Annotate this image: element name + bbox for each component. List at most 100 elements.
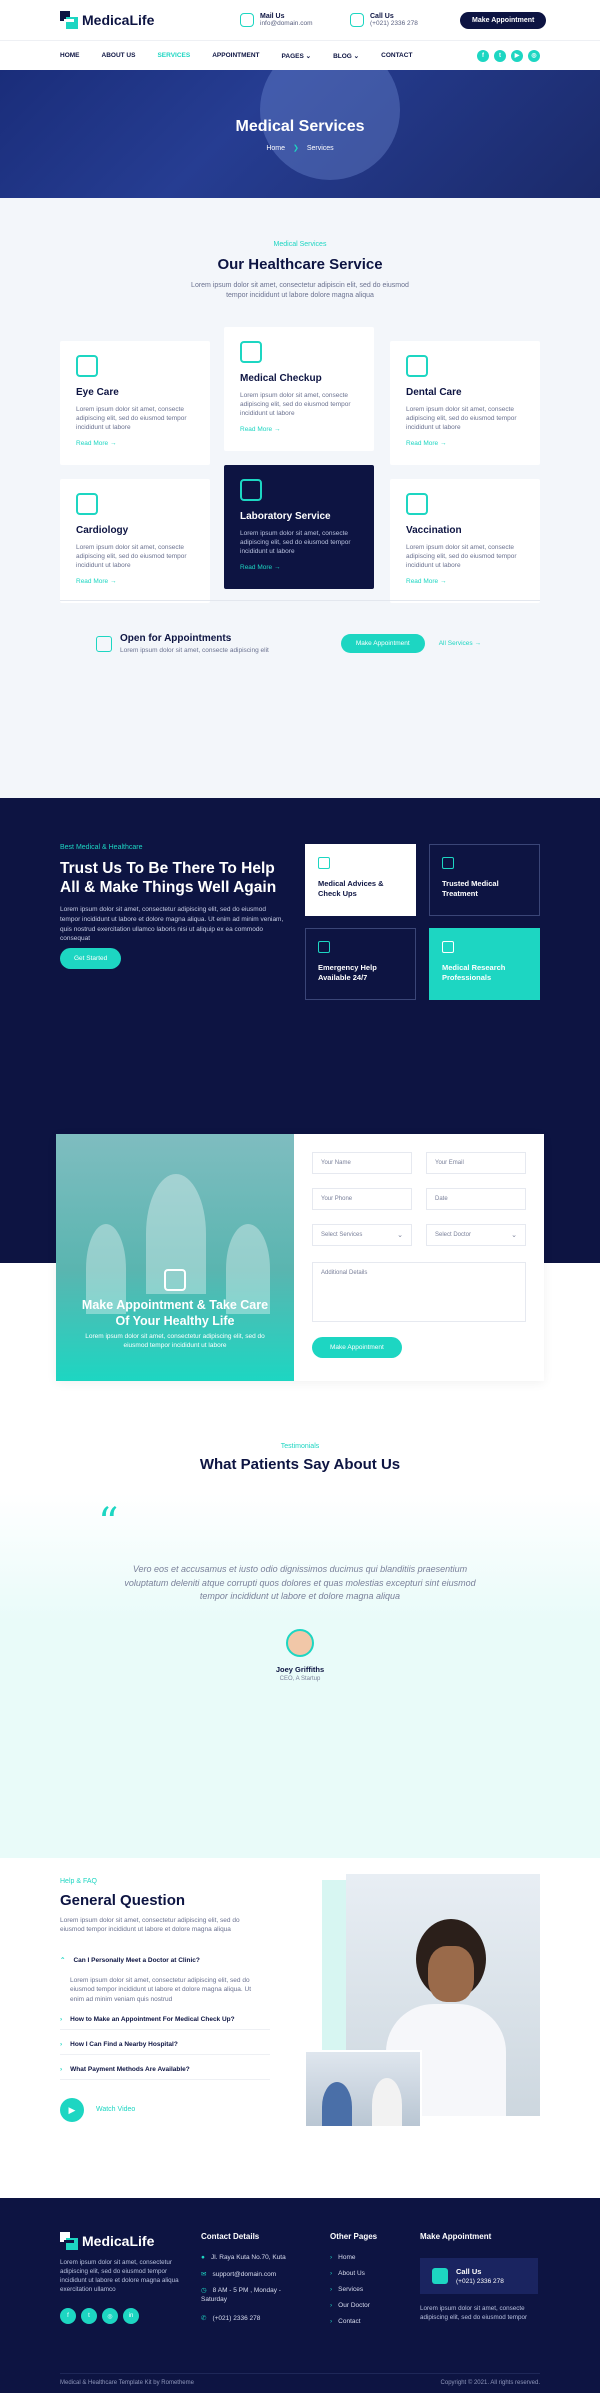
service-cards: Eye Care Lorem ipsum dolor sit amet, con… bbox=[60, 326, 540, 607]
logo-cross-icon bbox=[60, 2232, 78, 2250]
breadcrumb-home[interactable]: Home bbox=[266, 145, 285, 152]
nav-services[interactable]: SERVICES bbox=[157, 52, 190, 59]
mail-block: Mail Us info@domain.com bbox=[240, 13, 312, 27]
footer-logo[interactable]: MedicaLife bbox=[60, 2232, 154, 2250]
footer-call-box[interactable]: Call Us (+021) 2336 278 bbox=[420, 2258, 538, 2294]
faq-question-4[interactable]: › What Payment Methods Are Available? bbox=[60, 2066, 270, 2080]
faq-question-1[interactable]: ⌃ Can I Personally Meet a Doctor at Clini… bbox=[60, 1956, 270, 1970]
facebook-icon[interactable]: f bbox=[477, 49, 489, 62]
details-textarea[interactable]: Additional Details bbox=[312, 1262, 526, 1322]
nav-pages-label: PAGES bbox=[281, 52, 304, 60]
read-more-link[interactable]: Read More → bbox=[240, 564, 358, 571]
service-card-vaccination[interactable]: Vaccination Lorem ipsum dolor sit amet, … bbox=[390, 478, 540, 603]
footer-link-home[interactable]: › Home bbox=[330, 2254, 356, 2261]
feature-trusted-treatment[interactable]: Trusted Medical Treatment bbox=[429, 844, 540, 916]
youtube-icon[interactable]: ▶ bbox=[511, 49, 523, 62]
logo[interactable]: MedicaLife bbox=[60, 11, 154, 29]
faq-question-3[interactable]: › How I Can Find a Nearby Hospital? bbox=[60, 2041, 270, 2055]
get-started-button[interactable]: Get Started bbox=[60, 948, 122, 969]
breadcrumb-current: Services bbox=[306, 145, 334, 152]
medical-team-image bbox=[304, 2050, 422, 2128]
play-icon: ▶ bbox=[68, 2104, 76, 2115]
read-more-link[interactable]: Read More → bbox=[406, 440, 524, 447]
name-field[interactable]: Your Name bbox=[312, 1152, 412, 1174]
syringe-icon bbox=[406, 492, 428, 515]
email-field[interactable]: Your Email bbox=[426, 1152, 526, 1174]
clipboard-icon bbox=[442, 941, 454, 953]
services-section: Medical Services Our Healthcare Service … bbox=[0, 198, 600, 798]
eye-care-icon bbox=[76, 354, 98, 377]
read-more-link[interactable]: Read More → bbox=[76, 578, 194, 585]
faq-title: General Question bbox=[60, 1892, 186, 1909]
nav-about[interactable]: ABOUT US bbox=[102, 52, 136, 59]
appointment-bar-button[interactable]: Make Appointment bbox=[340, 634, 425, 653]
nav-home[interactable]: HOME bbox=[60, 52, 80, 59]
chevron-right-icon: › bbox=[330, 2318, 333, 2325]
service-card-laboratory[interactable]: Laboratory Service Lorem ipsum dolor sit… bbox=[224, 464, 374, 589]
service-card-medical-checkup[interactable]: Medical Checkup Lorem ipsum dolor sit am… bbox=[224, 326, 374, 451]
header-appointment-button[interactable]: Make Appointment bbox=[460, 11, 547, 29]
twitter-icon[interactable]: t bbox=[81, 2308, 97, 2324]
linkedin-icon[interactable]: in bbox=[123, 2308, 139, 2324]
read-more-link[interactable]: Read More → bbox=[406, 578, 524, 585]
make-appointment-heading: Make Appointment bbox=[420, 2232, 492, 2241]
feature-emergency-help[interactable]: Emergency Help Available 24/7 bbox=[305, 928, 416, 1000]
heart-icon bbox=[76, 492, 98, 515]
service-card-title: Vaccination bbox=[406, 524, 462, 536]
testimonials-eyebrow: Testimonials bbox=[280, 1443, 320, 1450]
nav-contact[interactable]: CONTACT bbox=[381, 52, 412, 59]
logo-cross-icon bbox=[60, 11, 78, 29]
faq-question-2[interactable]: › How to Make an Appointment For Medical … bbox=[60, 2016, 270, 2030]
form-submit-button[interactable]: Make Appointment bbox=[312, 1337, 402, 1358]
chevron-right-icon: › bbox=[330, 2270, 333, 2277]
service-card-title: Eye Care bbox=[76, 386, 119, 398]
service-card-text: Lorem ipsum dolor sit amet, consecte adi… bbox=[240, 391, 351, 418]
trust-title: Trust Us To Be There To Help All & Make … bbox=[60, 860, 277, 896]
footer-link-doctor[interactable]: › Our Doctor bbox=[330, 2302, 370, 2309]
service-card-cardiology[interactable]: Cardiology Lorem ipsum dolor sit amet, c… bbox=[60, 478, 210, 603]
call-value[interactable]: (+021) 2336 278 bbox=[370, 20, 418, 27]
footer-link-label: Contact bbox=[338, 2318, 361, 2325]
watch-video-link[interactable]: Watch Video bbox=[96, 2106, 135, 2113]
play-video-button[interactable]: ▶ bbox=[60, 2098, 84, 2122]
brand-name: MedicaLife bbox=[82, 12, 155, 28]
read-more-link[interactable]: Read More → bbox=[240, 426, 358, 433]
service-card-dental-care[interactable]: Dental Care Lorem ipsum dolor sit amet, … bbox=[390, 340, 540, 465]
feature-medical-advices[interactable]: Medical Advices & Check Ups bbox=[305, 844, 416, 916]
nav-pages[interactable]: PAGES ⌄ bbox=[282, 52, 312, 60]
instagram-icon[interactable]: ◎ bbox=[528, 49, 540, 62]
top-bar: MedicaLife Mail Us info@domain.com Call … bbox=[0, 0, 600, 40]
nav-blog[interactable]: BLOG ⌄ bbox=[333, 52, 359, 60]
service-card-title: Laboratory Service bbox=[240, 510, 331, 522]
footer-link-about[interactable]: › About Us bbox=[330, 2270, 365, 2277]
doctor-select[interactable]: Select Doctor ⌄ bbox=[426, 1224, 526, 1246]
phone-field[interactable]: Your Phone bbox=[312, 1188, 412, 1210]
date-field[interactable]: Date bbox=[426, 1188, 526, 1210]
footer-link-label: Services bbox=[338, 2286, 364, 2293]
feature-title: Medical Advices & Check Ups bbox=[318, 879, 384, 898]
all-services-link[interactable]: All Services → bbox=[439, 640, 481, 647]
instagram-icon[interactable]: ◎ bbox=[102, 2308, 118, 2324]
feature-medical-research[interactable]: Medical Research Professionals bbox=[429, 928, 540, 1000]
twitter-icon[interactable]: t bbox=[494, 49, 506, 62]
facebook-icon[interactable]: f bbox=[60, 2308, 76, 2324]
footer-phone[interactable]: ✆ (+021) 2336 278 bbox=[201, 2314, 260, 2322]
footer-link-contact[interactable]: › Contact bbox=[330, 2318, 361, 2325]
service-card-title: Cardiology bbox=[76, 524, 129, 536]
calendar-icon bbox=[96, 635, 112, 652]
chevron-up-icon: ⌃ bbox=[60, 1957, 66, 1964]
appointment-bar-text: Lorem ipsum dolor sit amet, consecte adi… bbox=[120, 647, 269, 654]
footer-call-label: Call Us bbox=[456, 2267, 482, 2276]
appointment-form-section: Make Appointment & Take Care Of Your Hea… bbox=[0, 1134, 600, 1533]
footer-about-text: Lorem ipsum dolor sit amet, consectetur … bbox=[60, 2259, 179, 2294]
footer-email[interactable]: ✉ support@domain.com bbox=[201, 2270, 276, 2278]
services-divider bbox=[60, 600, 540, 601]
read-more-link[interactable]: Read More → bbox=[76, 440, 194, 447]
nav-appointment[interactable]: APPOINTMENT bbox=[212, 52, 259, 59]
mail-value[interactable]: info@domain.com bbox=[260, 20, 312, 27]
form-promo-text: Lorem ipsum dolor sit amet, consectetur … bbox=[85, 1333, 265, 1350]
footer-link-services[interactable]: › Services bbox=[330, 2286, 363, 2293]
service-select[interactable]: Select Services ⌄ bbox=[312, 1224, 412, 1246]
testimonials-title: What Patients Say About Us bbox=[199, 1456, 401, 1473]
service-card-eye-care[interactable]: Eye Care Lorem ipsum dolor sit amet, con… bbox=[60, 340, 210, 465]
